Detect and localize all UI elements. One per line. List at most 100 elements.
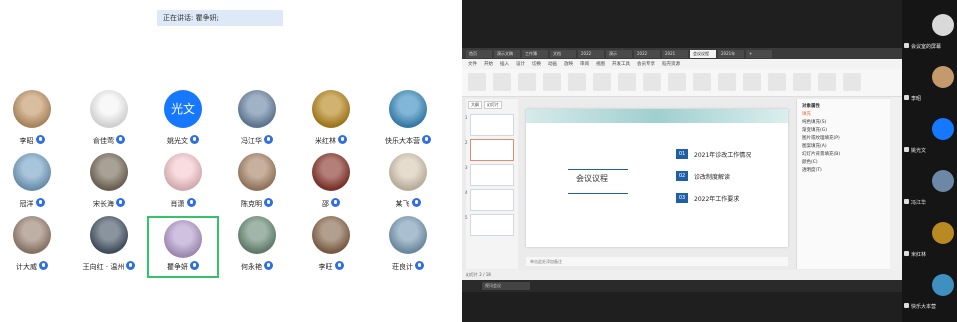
document-tab[interactable]: 2022 bbox=[578, 49, 604, 58]
panel-option[interactable]: 纯色填充(S) bbox=[802, 119, 885, 127]
participant-tile[interactable]: 王向红 · 温州 bbox=[73, 216, 145, 278]
participant-tile[interactable]: 快乐大本营 bbox=[372, 90, 444, 152]
participant-gallery: 正在讲话: 瞿争妍; 李昭 俞佳莺 光文 姚光文 冯江华 米红林 快乐大本营 冠洋 宋长海 肖潇陈… bbox=[0, 0, 462, 322]
menu-item[interactable]: 视图 bbox=[596, 61, 605, 67]
sidebar-participant[interactable]: 米红林 bbox=[902, 216, 957, 266]
participant-tile[interactable]: 李昭 bbox=[0, 90, 68, 152]
format-painter-icon[interactable] bbox=[518, 73, 536, 91]
menu-item[interactable]: 开始 bbox=[484, 61, 493, 67]
arrange-icon[interactable] bbox=[843, 73, 861, 91]
document-tab[interactable]: 演示 bbox=[606, 49, 632, 58]
document-tab[interactable]: + bbox=[746, 49, 772, 58]
menu-item[interactable]: 动画 bbox=[548, 61, 557, 67]
layout-icon[interactable] bbox=[568, 73, 586, 91]
menu-item[interactable]: 会员专享 bbox=[637, 61, 655, 67]
avatar bbox=[164, 220, 202, 258]
menu-item[interactable]: 文件 bbox=[468, 61, 477, 67]
mic-icon bbox=[904, 43, 909, 48]
tab-outline[interactable]: 大纲 bbox=[468, 101, 482, 109]
sidebar-participant-label: 米红林 bbox=[904, 251, 926, 258]
slide-thumbnail[interactable]: 3 bbox=[465, 164, 514, 186]
panel-option[interactable]: 颜色(C) bbox=[802, 159, 885, 167]
document-tab[interactable]: 工作簿 bbox=[522, 49, 548, 58]
document-tab[interactable]: 演示文稿 bbox=[494, 49, 520, 58]
participant-tile[interactable]: 宋长海 bbox=[73, 153, 145, 215]
participant-name: 何永艳 bbox=[241, 263, 262, 271]
italic-icon[interactable] bbox=[668, 73, 686, 91]
slide-canvas[interactable]: 会议议程 01 2021年诊改工作情况 02 诊改制度解读 03 2022年工作… bbox=[526, 109, 788, 247]
participant-tile[interactable]: 陈克明 bbox=[221, 153, 293, 215]
ornament-line bbox=[568, 169, 628, 170]
menu-item[interactable]: 切换 bbox=[532, 61, 541, 67]
taskbar-app[interactable]: 视讯会议 bbox=[482, 282, 530, 290]
document-tab[interactable]: 2021 bbox=[662, 49, 688, 58]
participant-tile[interactable]: 何永艳 bbox=[221, 216, 293, 278]
sidebar-participant[interactable]: 冯江华 bbox=[902, 164, 957, 214]
menu-item[interactable]: 放映 bbox=[564, 61, 573, 67]
participant-name-row: 冯江华 bbox=[221, 135, 293, 146]
panel-option[interactable]: 透明度(T) bbox=[802, 167, 885, 175]
document-tab[interactable]: 会议议程 bbox=[690, 49, 716, 58]
sidebar-participant[interactable]: 姚光文 bbox=[902, 112, 957, 162]
panel-option[interactable]: 图片或纹理填充(P) bbox=[802, 135, 885, 143]
participant-tile[interactable]: 冯江华 bbox=[221, 90, 293, 152]
sidebar-participant[interactable]: 李昭 bbox=[902, 60, 957, 110]
panel-option[interactable]: 渐变填充(G) bbox=[802, 127, 885, 135]
slide-thumbnail[interactable]: 4 bbox=[465, 189, 514, 211]
menu-item[interactable]: 稻壳资源 bbox=[662, 61, 680, 67]
cut-icon[interactable] bbox=[493, 73, 511, 91]
participant-name: 计大威 bbox=[16, 263, 37, 271]
document-tab[interactable]: 2022 bbox=[634, 49, 660, 58]
avatar bbox=[932, 14, 954, 36]
mic-icon bbox=[186, 198, 196, 207]
participant-tile[interactable]: 计大威 bbox=[0, 216, 68, 278]
shape-icon[interactable] bbox=[818, 73, 836, 91]
paste-icon[interactable] bbox=[468, 73, 486, 91]
sidebar-participant[interactable]: 会议室的屏幕 bbox=[902, 8, 957, 58]
thumbnail-tabs: 大纲 幻灯片 bbox=[466, 99, 518, 111]
participant-name: 冠洋 bbox=[19, 200, 34, 208]
screen-share-view: 首页 演示文稿 工作簿 文档 2022 演示 2022 2021 会议议程 2021年 + 文件 开始… bbox=[462, 0, 902, 322]
document-tab[interactable]: 首页 bbox=[466, 49, 492, 58]
align-left-icon[interactable] bbox=[743, 73, 761, 91]
align-center-icon[interactable] bbox=[768, 73, 786, 91]
avatar bbox=[13, 90, 51, 128]
reset-icon[interactable] bbox=[593, 73, 611, 91]
panel-option[interactable]: 填充 bbox=[802, 111, 885, 119]
document-tab[interactable]: 2021年 bbox=[718, 49, 744, 58]
participant-tile[interactable]: 光文 姚光文 bbox=[147, 90, 219, 152]
mic-icon bbox=[116, 135, 125, 144]
participant-tile[interactable]: 瞿争妍 bbox=[147, 216, 219, 278]
participant-tile[interactable]: 冠洋 bbox=[0, 153, 68, 215]
slide-thumbnail[interactable]: 5 bbox=[465, 214, 514, 236]
participant-tile[interactable]: 邵 bbox=[295, 153, 367, 215]
participant-tile[interactable]: 肖潇 bbox=[147, 153, 219, 215]
participant-tile[interactable]: 李旺 bbox=[295, 216, 367, 278]
notes-field[interactable]: 单击此处添加备注 bbox=[526, 257, 788, 266]
mic-icon bbox=[190, 261, 199, 270]
text-box-icon[interactable] bbox=[793, 73, 811, 91]
menu-item[interactable]: 设计 bbox=[516, 61, 525, 67]
menu-item[interactable]: 插入 bbox=[500, 61, 509, 67]
slide-thumbnail[interactable]: 2 bbox=[465, 139, 514, 161]
panel-option[interactable]: 幻灯片背景填充(B) bbox=[802, 151, 885, 159]
panel-option[interactable]: 图案填充(A) bbox=[802, 143, 885, 151]
slide-thumbnail[interactable]: 1 bbox=[465, 114, 514, 136]
bold-icon[interactable] bbox=[643, 73, 661, 91]
tab-slides[interactable]: 幻灯片 bbox=[484, 101, 502, 109]
section-icon[interactable] bbox=[618, 73, 636, 91]
sidebar-participant[interactable]: 快乐大本营 bbox=[902, 268, 957, 318]
font-color-icon[interactable] bbox=[718, 73, 736, 91]
participant-tile[interactable]: 米红林 bbox=[295, 90, 367, 152]
new-slide-icon[interactable] bbox=[543, 73, 561, 91]
menu-item[interactable]: 审阅 bbox=[580, 61, 589, 67]
menu-item[interactable]: 开发工具 bbox=[612, 61, 630, 67]
participant-tile[interactable]: 某飞 bbox=[372, 153, 444, 215]
agenda-item: 03 2022年工作要求 bbox=[676, 193, 739, 203]
participant-tile[interactable]: 俞佳莺 bbox=[73, 90, 145, 152]
participant-tile[interactable]: 荘良计 bbox=[372, 216, 444, 278]
mic-icon bbox=[334, 261, 344, 270]
slide-thumbnail-pane: 大纲 幻灯片 1 2 3 4 5 bbox=[465, 99, 518, 269]
underline-icon[interactable] bbox=[693, 73, 711, 91]
document-tab[interactable]: 文档 bbox=[550, 49, 576, 58]
